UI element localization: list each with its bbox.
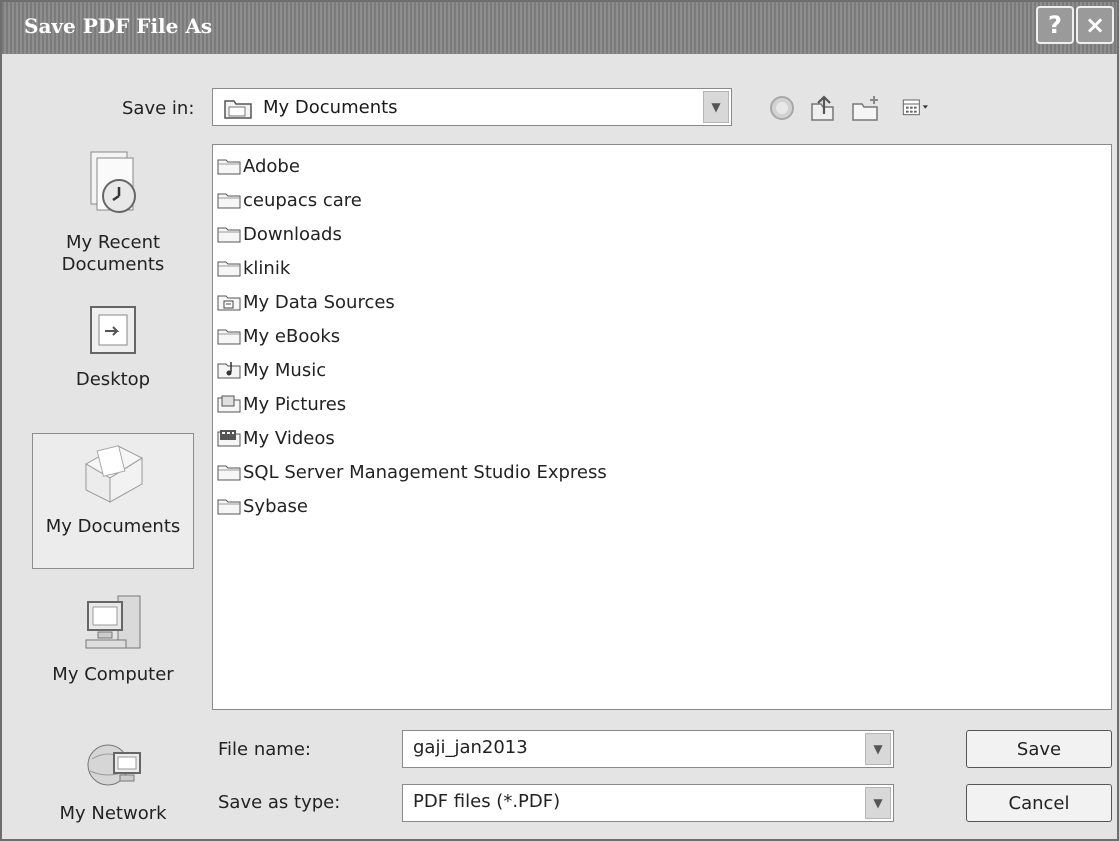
list-item[interactable]: ceupacs care <box>217 185 362 215</box>
new-folder-icon[interactable] <box>850 92 882 124</box>
place-label: My Documents <box>45 516 181 537</box>
music-folder-icon <box>217 362 241 379</box>
list-item[interactable]: Downloads <box>217 219 342 249</box>
save-in-label: Save in: <box>122 98 195 119</box>
my-documents-icon <box>84 445 144 503</box>
list-item[interactable]: My Music <box>217 355 326 385</box>
recent-documents-icon <box>90 151 136 213</box>
file-name-label: File name: <box>218 739 311 760</box>
file-list[interactable]: Adobe ceupacs care Downloads klinik My D… <box>212 144 1112 710</box>
place-my-documents[interactable]: My Documents <box>32 433 194 569</box>
place-desktop[interactable]: Desktop <box>32 301 194 391</box>
close-icon: × <box>1084 11 1106 39</box>
chevron-down-icon[interactable]: ▼ <box>703 91 729 123</box>
file-name-label: My Videos <box>243 427 335 449</box>
place-label: My Computer <box>52 664 174 685</box>
pictures-folder-icon <box>217 395 241 413</box>
file-name-label: ceupacs care <box>243 189 362 211</box>
title-bar[interactable]: Save PDF File As ? × <box>2 2 1117 54</box>
videos-folder-icon <box>217 430 241 447</box>
file-name-label: SQL Server Management Studio Express <box>243 461 607 483</box>
folder-icon <box>217 499 241 515</box>
folder-icon <box>217 193 241 209</box>
place-label: Documents <box>61 254 165 275</box>
folder-icon <box>217 261 241 277</box>
save-as-type-label: Save as type: <box>218 792 341 813</box>
chevron-down-icon[interactable]: ▼ <box>865 733 891 765</box>
my-network-icon <box>87 744 141 786</box>
data-sources-folder-icon <box>217 295 241 311</box>
place-my-recent-documents[interactable]: My Recent Documents <box>32 146 194 276</box>
save-as-type-dropdown[interactable]: PDF files (*.PDF) ▼ <box>402 784 894 822</box>
file-name-input[interactable] <box>413 737 853 758</box>
dialog-title: Save PDF File As <box>24 14 213 38</box>
file-name-label: My Pictures <box>243 393 347 415</box>
save-dialog: Save PDF File As ? × Save in: My Documen… <box>0 0 1119 841</box>
place-my-network[interactable]: My Network <box>32 731 194 825</box>
my-computer-icon <box>85 595 141 649</box>
file-name-combo[interactable]: ▼ <box>402 730 894 768</box>
folder-icon <box>217 465 241 481</box>
place-label: My Recent <box>65 232 161 253</box>
save-in-dropdown[interactable]: My Documents ▼ <box>212 88 732 126</box>
chevron-down-icon[interactable]: ▼ <box>865 787 891 819</box>
file-name-label: My eBooks <box>243 325 341 347</box>
list-item[interactable]: My Pictures <box>217 389 346 419</box>
place-my-computer[interactable]: My Computer <box>32 592 194 686</box>
file-name-label: Sybase <box>243 495 308 517</box>
file-name-label: My Music <box>243 359 327 381</box>
list-item[interactable]: Sybase <box>217 491 308 521</box>
help-button[interactable]: ? <box>1036 6 1074 44</box>
folder-icon <box>217 159 241 175</box>
close-button[interactable]: × <box>1076 6 1114 44</box>
save-as-type-value: PDF files (*.PDF) <box>413 791 561 812</box>
save-button[interactable]: Save <box>966 730 1112 768</box>
desktop-icon <box>90 306 136 354</box>
cancel-button[interactable]: Cancel <box>966 784 1112 822</box>
file-name-label: My Data Sources <box>243 291 395 313</box>
list-item[interactable]: klinik <box>217 253 290 283</box>
my-documents-small-icon <box>224 100 252 119</box>
file-name-label: Adobe <box>243 155 300 177</box>
places-bar: My Recent Documents Desktop My Documents <box>32 136 194 836</box>
list-item[interactable]: My Data Sources <box>217 287 395 317</box>
help-icon: ? <box>1048 11 1062 39</box>
file-name-label: Downloads <box>243 223 342 245</box>
folder-icon <box>217 329 241 345</box>
save-in-value: My Documents <box>263 97 398 118</box>
place-label: Desktop <box>75 369 151 390</box>
place-label: My Network <box>59 803 167 824</box>
back-icon[interactable] <box>766 92 798 124</box>
folder-icon <box>217 227 241 243</box>
list-item[interactable]: My eBooks <box>217 321 340 351</box>
list-item[interactable]: Adobe <box>217 151 300 181</box>
list-item[interactable]: My Videos <box>217 423 335 453</box>
views-menu-icon[interactable] <box>902 92 934 124</box>
list-item[interactable]: SQL Server Management Studio Express <box>217 457 607 487</box>
file-name-label: klinik <box>243 257 291 279</box>
up-folder-icon[interactable] <box>806 92 838 124</box>
